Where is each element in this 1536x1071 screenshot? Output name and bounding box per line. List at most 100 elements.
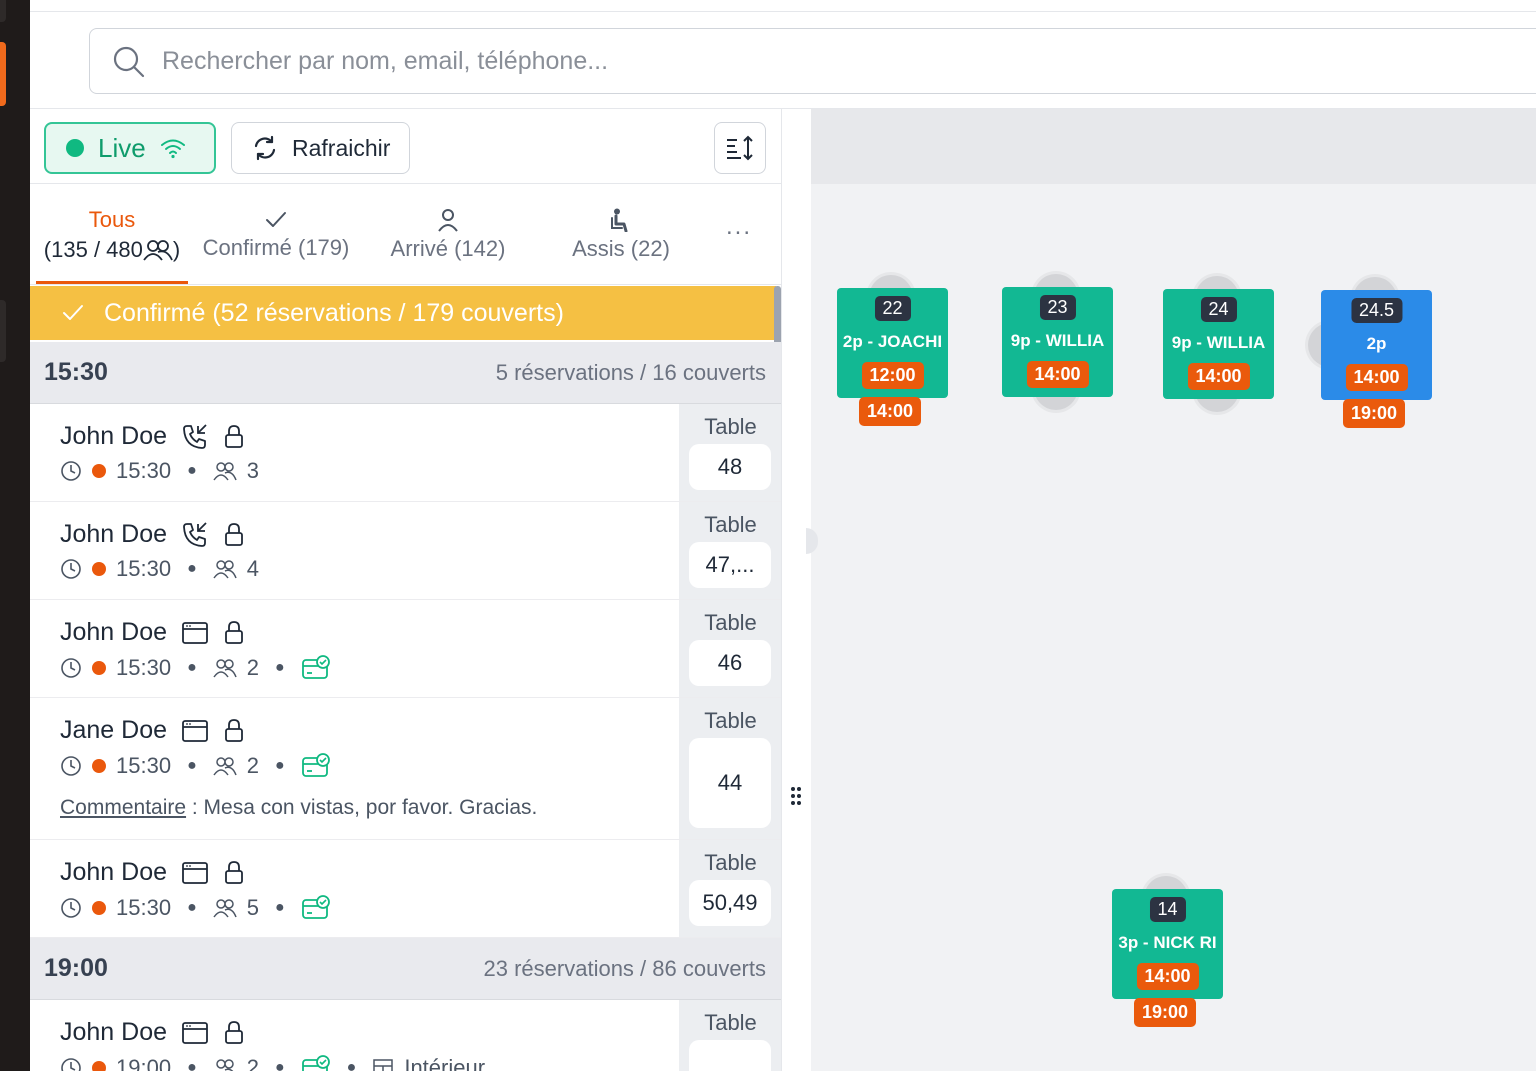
tab-count-text: (135 / 480 xyxy=(43,237,143,262)
seated-icon xyxy=(611,208,628,232)
guest-name: John Doe xyxy=(60,858,168,886)
clock-icon xyxy=(61,658,81,678)
table-number: 22 xyxy=(874,296,911,321)
table-number: 24 xyxy=(1200,297,1237,322)
table-label: Table xyxy=(704,414,757,439)
table-next-time: 14:00 xyxy=(859,397,922,426)
reservation-meta: 15:30 ● 2 ● xyxy=(60,654,331,682)
name-line: John Doe xyxy=(60,618,245,647)
separator: ● xyxy=(274,659,285,676)
table-label: Table xyxy=(704,1010,757,1035)
reservation-meta: 15:30 ● 3 xyxy=(60,458,259,484)
rail-item[interactable] xyxy=(0,0,6,22)
reservation-row[interactable]: John Doe 15:30 ● 4 Table 47,... xyxy=(30,502,781,600)
guest-name: John Doe xyxy=(60,1018,168,1046)
web-booking-icon xyxy=(182,861,208,884)
live-button[interactable]: Live xyxy=(44,122,216,174)
guests-icon xyxy=(213,899,237,918)
tab-confirme[interactable]: Confirmé (179) xyxy=(196,185,356,285)
table-time: 14:00 xyxy=(1345,364,1408,391)
search-box[interactable] xyxy=(89,28,1536,94)
tab-label: Tous xyxy=(88,207,136,232)
separator: ● xyxy=(346,1059,357,1071)
time-group-header[interactable]: 19:00 23 réservations / 86 couverts xyxy=(30,938,781,1000)
banner-text: Confirmé (52 réservations / 179 couverts… xyxy=(104,298,564,327)
separator: ● xyxy=(187,560,197,577)
tab-tous[interactable]: Tous (135 / 480 ) xyxy=(36,185,188,285)
reservations-panel: Live Rafraichir Tous (135 / 480) Confir… xyxy=(30,109,782,1071)
reservation-row[interactable]: John Doe 19:00 ● 2 ● ● Intérieur Table xyxy=(30,1000,781,1071)
separator: ● xyxy=(187,899,197,916)
lock-icon xyxy=(225,718,243,742)
floor-table[interactable]: 22 2p - JOACHI 12:00 xyxy=(837,288,948,398)
tab-assis[interactable]: Assis (22) xyxy=(556,185,686,285)
area-label: Intérieur xyxy=(404,1055,486,1071)
tab-arrive[interactable]: Arrivé (142) xyxy=(378,185,518,285)
refresh-button[interactable]: Rafraichir xyxy=(231,122,410,174)
status-dot xyxy=(92,759,106,773)
floor-table[interactable]: 23 9p - WILLIA 14:00 xyxy=(1002,287,1113,397)
table-assignment[interactable]: 50,49 xyxy=(689,880,771,926)
table-time: 14:00 xyxy=(1187,363,1250,390)
floor-table[interactable]: 24.5 2p 14:00 xyxy=(1321,290,1432,400)
table-column: Table 44 xyxy=(679,698,781,839)
reservation-time: 15:30 xyxy=(116,895,172,920)
guest-count: 3 xyxy=(246,458,259,483)
separator: ● xyxy=(187,1059,197,1071)
comment-label[interactable]: Commentaire xyxy=(60,796,186,819)
more-tabs-button[interactable]: ... xyxy=(726,213,752,241)
person-icon xyxy=(438,209,458,232)
separator: ● xyxy=(187,659,197,676)
table-occupant: 9p - WILLIA xyxy=(1171,333,1266,352)
reservation-meta: 15:30 ● 5 ● xyxy=(60,894,331,922)
sort-button[interactable] xyxy=(714,122,766,174)
table-time: 14:00 xyxy=(1026,361,1089,388)
status-banner[interactable]: Confirmé (52 réservations / 179 couverts… xyxy=(30,286,776,340)
left-rail xyxy=(0,0,30,1071)
live-status-dot xyxy=(66,139,84,157)
reservation-row[interactable]: Jane Doe 15:30 ● 2 ● Commentaire : Mesa con v… xyxy=(30,698,781,840)
status-tabs: Tous (135 / 480 ) Confirmé (179) Arrivé … xyxy=(30,185,781,285)
payment-card-icon xyxy=(301,655,330,679)
check-icon xyxy=(63,305,83,320)
rail-item[interactable] xyxy=(0,300,6,362)
floor-table[interactable]: 14 3p - NICK RI 14:00 xyxy=(1112,889,1223,999)
table-assignment[interactable]: 44 xyxy=(689,738,771,828)
rail-active-item[interactable] xyxy=(0,42,6,106)
table-next-time: 19:00 xyxy=(1343,399,1406,428)
table-assignment[interactable] xyxy=(689,1040,771,1071)
reservation-row[interactable]: John Doe 15:30 ● 3 Table 48 xyxy=(30,404,781,502)
area-icon xyxy=(373,1059,394,1071)
separator: ● xyxy=(187,757,197,774)
clock-icon xyxy=(61,461,81,481)
guests-icon xyxy=(215,1059,234,1071)
tab-count-suffix: ) xyxy=(172,237,181,262)
check-icon xyxy=(266,212,286,227)
table-assignment[interactable]: 48 xyxy=(689,444,771,490)
table-column: Table 47,... xyxy=(679,502,781,599)
guests-icon xyxy=(213,560,237,579)
live-label: Live xyxy=(98,132,146,163)
time-group-header[interactable]: 15:30 5 réservations / 16 couverts xyxy=(30,342,781,404)
tab-label: Arrivé (142) xyxy=(390,236,506,261)
table-assignment[interactable]: 47,... xyxy=(689,542,771,588)
table-assignment[interactable]: 46 xyxy=(689,640,771,686)
search-input[interactable] xyxy=(162,39,1462,83)
app: Live Rafraichir xyxy=(0,0,1536,1071)
name-line: John Doe xyxy=(60,422,245,451)
resize-handle-icon[interactable] xyxy=(789,785,803,807)
clock-icon xyxy=(61,756,81,776)
guest-name: John Doe xyxy=(60,520,168,548)
table-occupant: 3p - NICK RI xyxy=(1118,933,1217,952)
table-occupant: 2p - JOACHI xyxy=(842,332,943,351)
guest-count: 2 xyxy=(246,753,259,778)
reservation-row[interactable]: John Doe 15:30 ● 5 ● Table 50,49 xyxy=(30,840,781,938)
reservation-comment: Commentaire : Mesa con vistas, por favor… xyxy=(60,796,537,820)
payment-card-icon xyxy=(301,753,330,777)
table-column: Table 48 xyxy=(679,404,781,501)
group-time: 19:00 xyxy=(44,954,108,982)
floor-table[interactable]: 24 9p - WILLIA 14:00 xyxy=(1163,289,1274,399)
status-dot xyxy=(92,562,106,576)
reservation-meta: 19:00 ● 2 ● ● Intérieur xyxy=(60,1054,485,1071)
reservation-row[interactable]: John Doe 15:30 ● 2 ● Table 46 xyxy=(30,600,781,698)
